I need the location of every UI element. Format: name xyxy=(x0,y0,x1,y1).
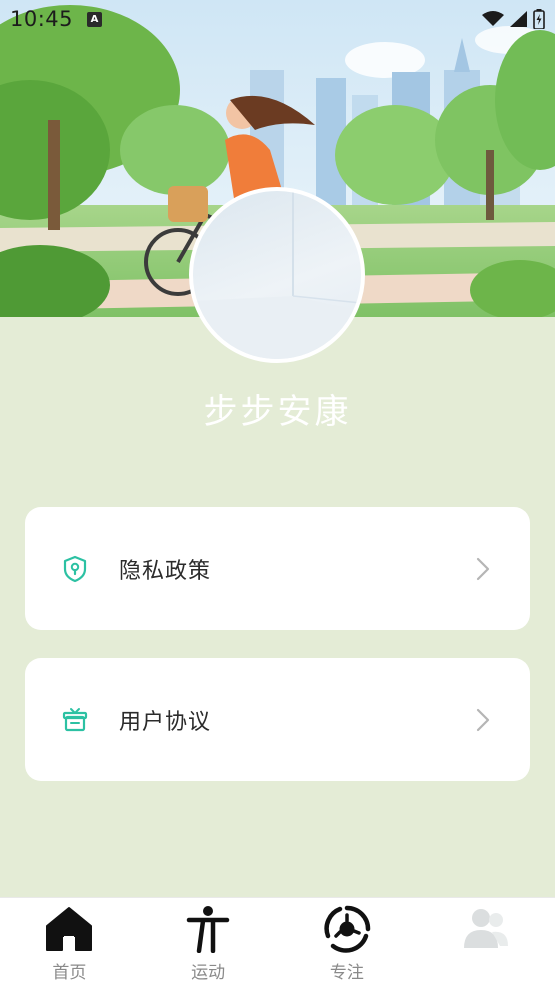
chevron-right-icon xyxy=(476,557,490,581)
nav-home[interactable]: 首页 xyxy=(0,898,139,986)
shield-keyhole-icon xyxy=(61,555,89,583)
avatar[interactable] xyxy=(189,187,365,363)
nav-home-label: 首页 xyxy=(52,963,87,983)
nav-focus-label: 专注 xyxy=(329,963,364,983)
battery-charging-icon xyxy=(533,9,545,29)
exercise-person-icon xyxy=(183,904,233,954)
avatar-placeholder-image xyxy=(193,191,361,359)
nav-profile[interactable] xyxy=(416,898,555,986)
nav-focus[interactable]: 专注 xyxy=(278,898,417,986)
notification-badge: A xyxy=(87,11,103,27)
status-time: 10:45 xyxy=(10,7,74,31)
status-icons xyxy=(482,9,545,29)
nav-exercise-label: 运动 xyxy=(191,963,226,983)
bottom-navigation: 首页 运动 专注 xyxy=(0,897,555,986)
privacy-policy-item[interactable]: 隐私政策 xyxy=(25,507,530,630)
focus-target-icon xyxy=(322,904,372,954)
wifi-icon xyxy=(482,11,504,26)
privacy-policy-label: 隐私政策 xyxy=(119,558,212,584)
app-name: 步步安康 xyxy=(203,392,352,432)
user-agreement-label: 用户协议 xyxy=(119,709,212,735)
nav-exercise[interactable]: 运动 xyxy=(139,898,278,986)
home-icon xyxy=(44,904,94,954)
status-bar: 10:45 A xyxy=(0,0,555,38)
chevron-right-icon xyxy=(476,708,490,732)
gift-box-icon xyxy=(61,706,89,734)
user-agreement-item[interactable]: 用户协议 xyxy=(25,658,530,781)
cellular-signal-icon xyxy=(510,11,527,27)
profile-users-icon xyxy=(461,904,511,954)
